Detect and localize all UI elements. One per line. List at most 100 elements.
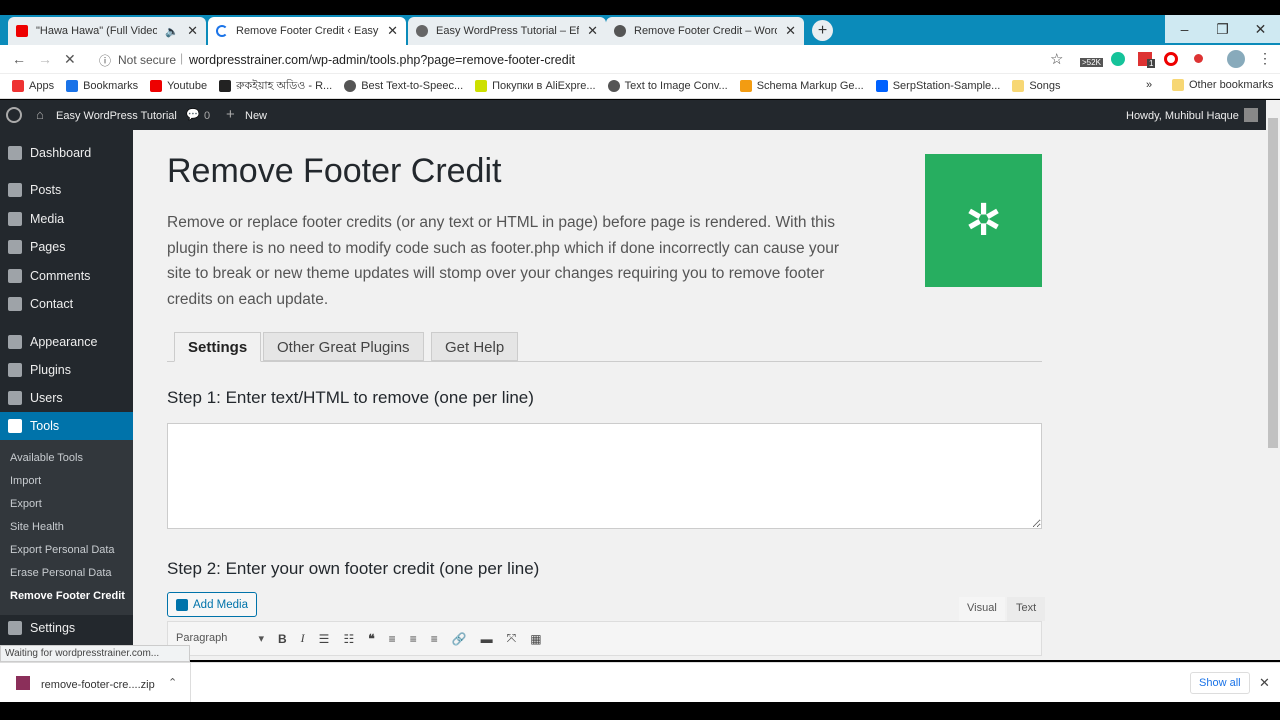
wordpress-icon	[614, 25, 626, 37]
remove-text-textarea[interactable]	[167, 423, 1042, 529]
submenu-export-personal-data[interactable]: Export Personal Data	[10, 544, 115, 556]
comment-icon[interactable]: 💬	[186, 108, 200, 121]
align-left-icon[interactable]: ≡	[389, 632, 396, 646]
maximize-button[interactable]: ❐	[1203, 15, 1242, 43]
tab-easy-wordpress[interactable]: Easy WordPress Tutorial – Effortl✕	[408, 17, 606, 45]
stop-icon[interactable]: ✕	[64, 51, 76, 68]
close-window-button[interactable]: ✕	[1241, 15, 1280, 43]
bookmark-text-to-image[interactable]: Text to Image Conv...	[607, 80, 728, 92]
admin-sidebar: Dashboard Posts Media Pages Comments Con…	[0, 130, 133, 660]
submenu-remove-footer-credit[interactable]: Remove Footer Credit	[10, 590, 125, 602]
sidebar-item-pages[interactable]: Pages	[0, 233, 133, 261]
format-select[interactable]: Paragraph ▾	[176, 632, 264, 645]
bullet-list-icon[interactable]: ☰	[319, 632, 330, 646]
grammarly-icon[interactable]	[1111, 52, 1125, 66]
info-icon[interactable]: ⓘ	[99, 52, 111, 69]
bookmark-serpstation[interactable]: SerpStation-Sample...	[875, 80, 1000, 92]
sidebar-item-comments[interactable]: Comments	[0, 262, 133, 290]
page-description: Remove or replace footer credits (or any…	[167, 214, 840, 308]
link-icon[interactable]: 🔗	[452, 632, 467, 646]
close-download-bar-icon[interactable]: ✕	[1259, 675, 1270, 691]
close-tab-icon[interactable]: ✕	[587, 23, 598, 39]
close-tab-icon[interactable]: ✕	[387, 23, 398, 39]
minimize-button[interactable]: –	[1165, 15, 1204, 43]
align-center-icon[interactable]: ≡	[410, 632, 417, 646]
align-right-icon[interactable]: ≡	[431, 632, 438, 646]
tab-settings[interactable]: Settings	[174, 332, 262, 362]
sidebar-item-dashboard[interactable]: Dashboard	[0, 139, 133, 167]
bookmark-songs[interactable]: Songs	[1012, 80, 1061, 92]
sidebar-item-contact[interactable]: Contact	[0, 290, 133, 318]
italic-icon[interactable]: I	[301, 631, 305, 646]
show-all-button[interactable]: Show all	[1190, 672, 1250, 694]
brush-icon	[8, 335, 22, 349]
submenu-site-health[interactable]: Site Health	[10, 521, 64, 533]
bookmark-ruqyah[interactable]: রুকইয়াহ অডিও - R...	[219, 77, 332, 96]
submenu-available-tools[interactable]: Available Tools	[10, 452, 83, 464]
bookmark-schema[interactable]: Schema Markup Ge...	[739, 80, 864, 92]
step1-heading: Step 1: Enter text/HTML to remove (one p…	[167, 388, 534, 407]
bookmark-tts[interactable]: Best Text-to-Speec...	[344, 80, 463, 92]
sidebar-item-posts[interactable]: Posts	[0, 176, 133, 204]
speaker-icon[interactable]: 🔈	[165, 25, 179, 38]
menu-icon[interactable]: ⋮	[1258, 50, 1272, 67]
url-input[interactable]: wordpresstrainer.com/wp-admin/tools.php?…	[189, 53, 575, 67]
sidebar-item-users[interactable]: Users	[0, 384, 133, 412]
sidebar-item-appearance[interactable]: Appearance	[0, 328, 133, 356]
more-bookmarks-button[interactable]: »	[1146, 79, 1152, 91]
star-icon[interactable]: ☆	[1050, 50, 1063, 68]
blockquote-icon[interactable]: ❝	[368, 632, 374, 646]
bold-icon[interactable]: B	[278, 632, 287, 646]
other-bookmarks[interactable]: Other bookmarks	[1172, 79, 1273, 91]
read-more-icon[interactable]: ▬	[481, 632, 493, 646]
bookmark-apps[interactable]: Apps	[12, 80, 54, 92]
tab-wordpress-plugin[interactable]: Remove Footer Credit – WordPre✕	[606, 17, 804, 45]
wordpress-logo-icon[interactable]	[6, 107, 22, 123]
chevron-up-icon[interactable]: ⌃	[168, 676, 177, 689]
bookmarks-bar: Apps Bookmarks Youtube রুকইয়াহ অডিও - R…	[0, 74, 1280, 99]
tab-remove-footer-credit[interactable]: Remove Footer Credit ‹ Easy Wor✕	[208, 17, 406, 45]
scrollbar[interactable]	[1266, 100, 1280, 660]
tab-get-help[interactable]: Get Help	[431, 332, 519, 361]
step2-heading: Step 2: Enter your own footer credit (on…	[167, 559, 540, 578]
sidebar-item-plugins[interactable]: Plugins	[0, 356, 133, 384]
security-label[interactable]: Not secure	[118, 53, 176, 67]
tab-youtube[interactable]: "Hawa Hawa" (Full Video So🔈✕	[8, 17, 206, 45]
user-account-link[interactable]: Howdy, Muhibul Haque	[1126, 110, 1239, 122]
numbered-list-icon[interactable]: ☷	[343, 632, 354, 646]
tab-other-great-plugins[interactable]: Other Great Plugins	[263, 332, 424, 361]
media-icon	[176, 598, 188, 611]
wrench-icon	[8, 419, 22, 433]
add-media-button[interactable]: Add Media	[167, 592, 257, 617]
sidebar-item-settings[interactable]: Settings	[0, 614, 133, 642]
settings-icon	[8, 621, 22, 635]
avatar[interactable]	[1244, 108, 1258, 122]
close-tab-icon[interactable]: ✕	[785, 23, 796, 39]
forward-icon[interactable]: →	[38, 51, 52, 67]
sidebar-item-media[interactable]: Media	[0, 205, 133, 233]
back-icon[interactable]: ←	[12, 51, 26, 67]
submenu-import[interactable]: Import	[10, 475, 41, 487]
extension-icon[interactable]	[1194, 54, 1203, 63]
download-item[interactable]: remove-footer-cre....zip ⌃	[0, 663, 191, 702]
profile-avatar[interactable]	[1227, 50, 1245, 68]
new-tab-button[interactable]: +	[812, 20, 833, 41]
submenu-export[interactable]: Export	[10, 498, 42, 510]
bookmark-aliexpress[interactable]: Покупки в AliExpre...	[475, 80, 596, 92]
opera-icon[interactable]	[1164, 52, 1178, 66]
visual-tab[interactable]: Visual	[959, 597, 1005, 621]
zip-file-icon	[16, 676, 30, 690]
plugin-logo: ✲	[925, 154, 1042, 287]
fullscreen-icon[interactable]: ⤧	[507, 631, 517, 646]
bookmark-bookmarks[interactable]: Bookmarks	[66, 80, 138, 92]
scrollbar-thumb[interactable]	[1268, 118, 1278, 448]
text-tab[interactable]: Text	[1007, 597, 1046, 621]
toolbar-toggle-icon[interactable]: ▦	[530, 632, 541, 646]
site-name-link[interactable]: Easy WordPress Tutorial	[56, 110, 177, 122]
new-content-link[interactable]: New	[245, 110, 267, 122]
gmail-extension-badge[interactable]: >52K	[1080, 58, 1103, 67]
bookmark-youtube[interactable]: Youtube	[150, 80, 207, 92]
close-tab-icon[interactable]: ✕	[187, 23, 198, 39]
submenu-erase-personal-data[interactable]: Erase Personal Data	[10, 567, 112, 579]
sidebar-item-tools[interactable]: Tools	[0, 412, 133, 440]
